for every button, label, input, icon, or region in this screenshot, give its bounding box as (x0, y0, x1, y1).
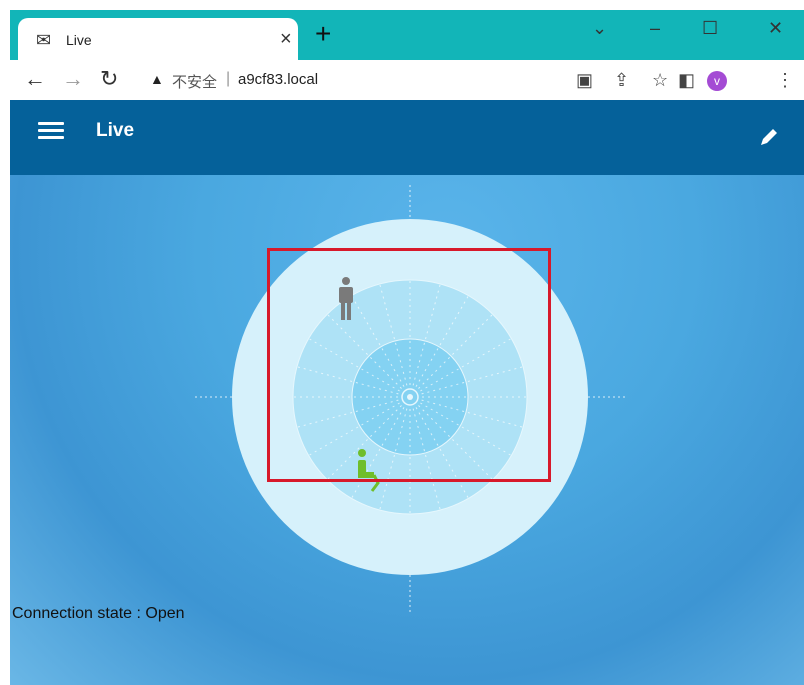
maximize-icon[interactable]: ☐ (702, 18, 718, 39)
tab-title: Live (66, 32, 92, 48)
browser-toolbar: ← → ↻ ▲ 不安全 | a9cf83.local ▣ ⇪ ☆ ◧ v ⋮ (10, 60, 804, 100)
live-view: Connection state : Open (10, 175, 804, 685)
tab-strip: ✉ Live × + ⌄ – ☐ ✕ (10, 10, 804, 60)
translate-icon[interactable]: ▣ (576, 70, 593, 91)
browser-tab-live[interactable]: ✉ Live × (18, 18, 298, 60)
favicon-icon: ✉ (36, 30, 52, 50)
warning-icon[interactable]: ▲ (150, 71, 164, 87)
connection-status: Connection state : Open (12, 605, 185, 622)
more-menu-icon[interactable]: ⋮ (776, 70, 794, 91)
insecure-label[interactable]: 不安全 (172, 71, 217, 92)
share-icon[interactable]: ⇪ (614, 70, 629, 91)
reload-icon[interactable]: ↻ (100, 66, 118, 92)
forward-icon[interactable]: → (62, 66, 84, 92)
chevron-down-icon[interactable]: ⌄ (592, 18, 607, 39)
page-title: Live (96, 120, 135, 141)
back-icon[interactable]: ← (24, 66, 46, 92)
sidebar-icon[interactable]: ◧ (678, 70, 695, 91)
browser-window: ✉ Live × + ⌄ – ☐ ✕ ← → ↻ ▲ 不安全 | a9cf83.… (10, 10, 804, 685)
profile-avatar[interactable]: v (707, 71, 727, 91)
hamburger-menu-icon[interactable] (38, 122, 64, 142)
window-close-icon[interactable]: ✕ (768, 18, 783, 39)
new-tab-icon[interactable]: + (315, 20, 331, 48)
pencil-edit-icon[interactable] (758, 126, 780, 148)
address-separator: | (226, 70, 231, 87)
address-bar[interactable]: a9cf83.local (238, 71, 318, 88)
close-icon[interactable]: × (280, 28, 292, 51)
app-header: Live (10, 100, 804, 175)
minimize-icon[interactable]: – (650, 18, 660, 39)
detection-region-box[interactable] (267, 248, 551, 482)
bookmark-star-icon[interactable]: ☆ (652, 70, 668, 91)
